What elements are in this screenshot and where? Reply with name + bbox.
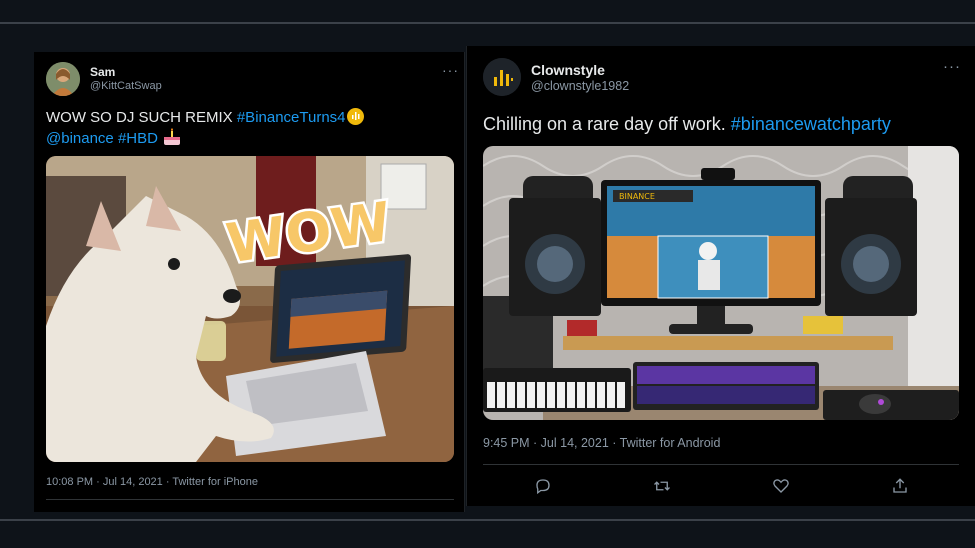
- screen-brand-text: BINANCE: [619, 192, 655, 201]
- tweet-actions-bar: [483, 474, 959, 498]
- display-name[interactable]: Sam: [90, 65, 115, 79]
- top-frame-line: [0, 22, 975, 24]
- mention-link[interactable]: @binance: [46, 130, 114, 147]
- more-icon[interactable]: ···: [442, 62, 459, 78]
- tweet-image-desk-setup[interactable]: BINANCE: [483, 146, 959, 420]
- cake-emoji: [162, 127, 182, 152]
- reply-icon[interactable]: [528, 474, 558, 498]
- bottom-frame-line: [0, 519, 975, 521]
- divider: [46, 499, 454, 500]
- user-handle[interactable]: @clownstyle1982: [531, 79, 629, 93]
- avatar[interactable]: [483, 58, 521, 96]
- divider: [483, 464, 959, 465]
- hashtag-link[interactable]: #binancewatchparty: [731, 114, 891, 134]
- tweet-text-plain: WOW SO DJ SUCH REMIX: [46, 109, 237, 126]
- display-name[interactable]: Clownstyle: [531, 62, 605, 78]
- binance-logo-emoji: [346, 108, 364, 125]
- tweet-timestamp[interactable]: 10:08 PM · Jul 14, 2021 · Twitter for iP…: [46, 476, 258, 488]
- hashtag-link[interactable]: #BinanceTurns4: [237, 109, 346, 126]
- tweet-card-clownstyle[interactable]: Clownstyle @clownstyle1982 ··· Chilling …: [466, 46, 975, 506]
- avatar-image: [46, 62, 80, 96]
- user-handle[interactable]: @KittCatSwap: [90, 80, 162, 92]
- avatar[interactable]: [46, 62, 80, 96]
- binance-logo-icon: [483, 58, 521, 96]
- tweet-card-sam[interactable]: Sam @KittCatSwap ··· WOW SO DJ SUCH REMI…: [34, 52, 465, 512]
- tweet-text: Chilling on a rare day off work. #binanc…: [483, 113, 963, 136]
- hashtag-link-hbd[interactable]: #HBD: [118, 130, 158, 147]
- like-icon[interactable]: [766, 474, 796, 498]
- share-icon[interactable]: [885, 474, 915, 498]
- retweet-icon[interactable]: [647, 474, 677, 498]
- tweet-text: WOW SO DJ SUCH REMIX #BinanceTurns4 @bin…: [46, 108, 456, 152]
- tweet-image-dog-laptop[interactable]: WOW: [46, 156, 454, 462]
- tweet-timestamp[interactable]: 9:45 PM · Jul 14, 2021 · Twitter for And…: [483, 436, 720, 450]
- tweet-text-plain: Chilling on a rare day off work.: [483, 114, 731, 134]
- more-icon[interactable]: ···: [943, 58, 961, 75]
